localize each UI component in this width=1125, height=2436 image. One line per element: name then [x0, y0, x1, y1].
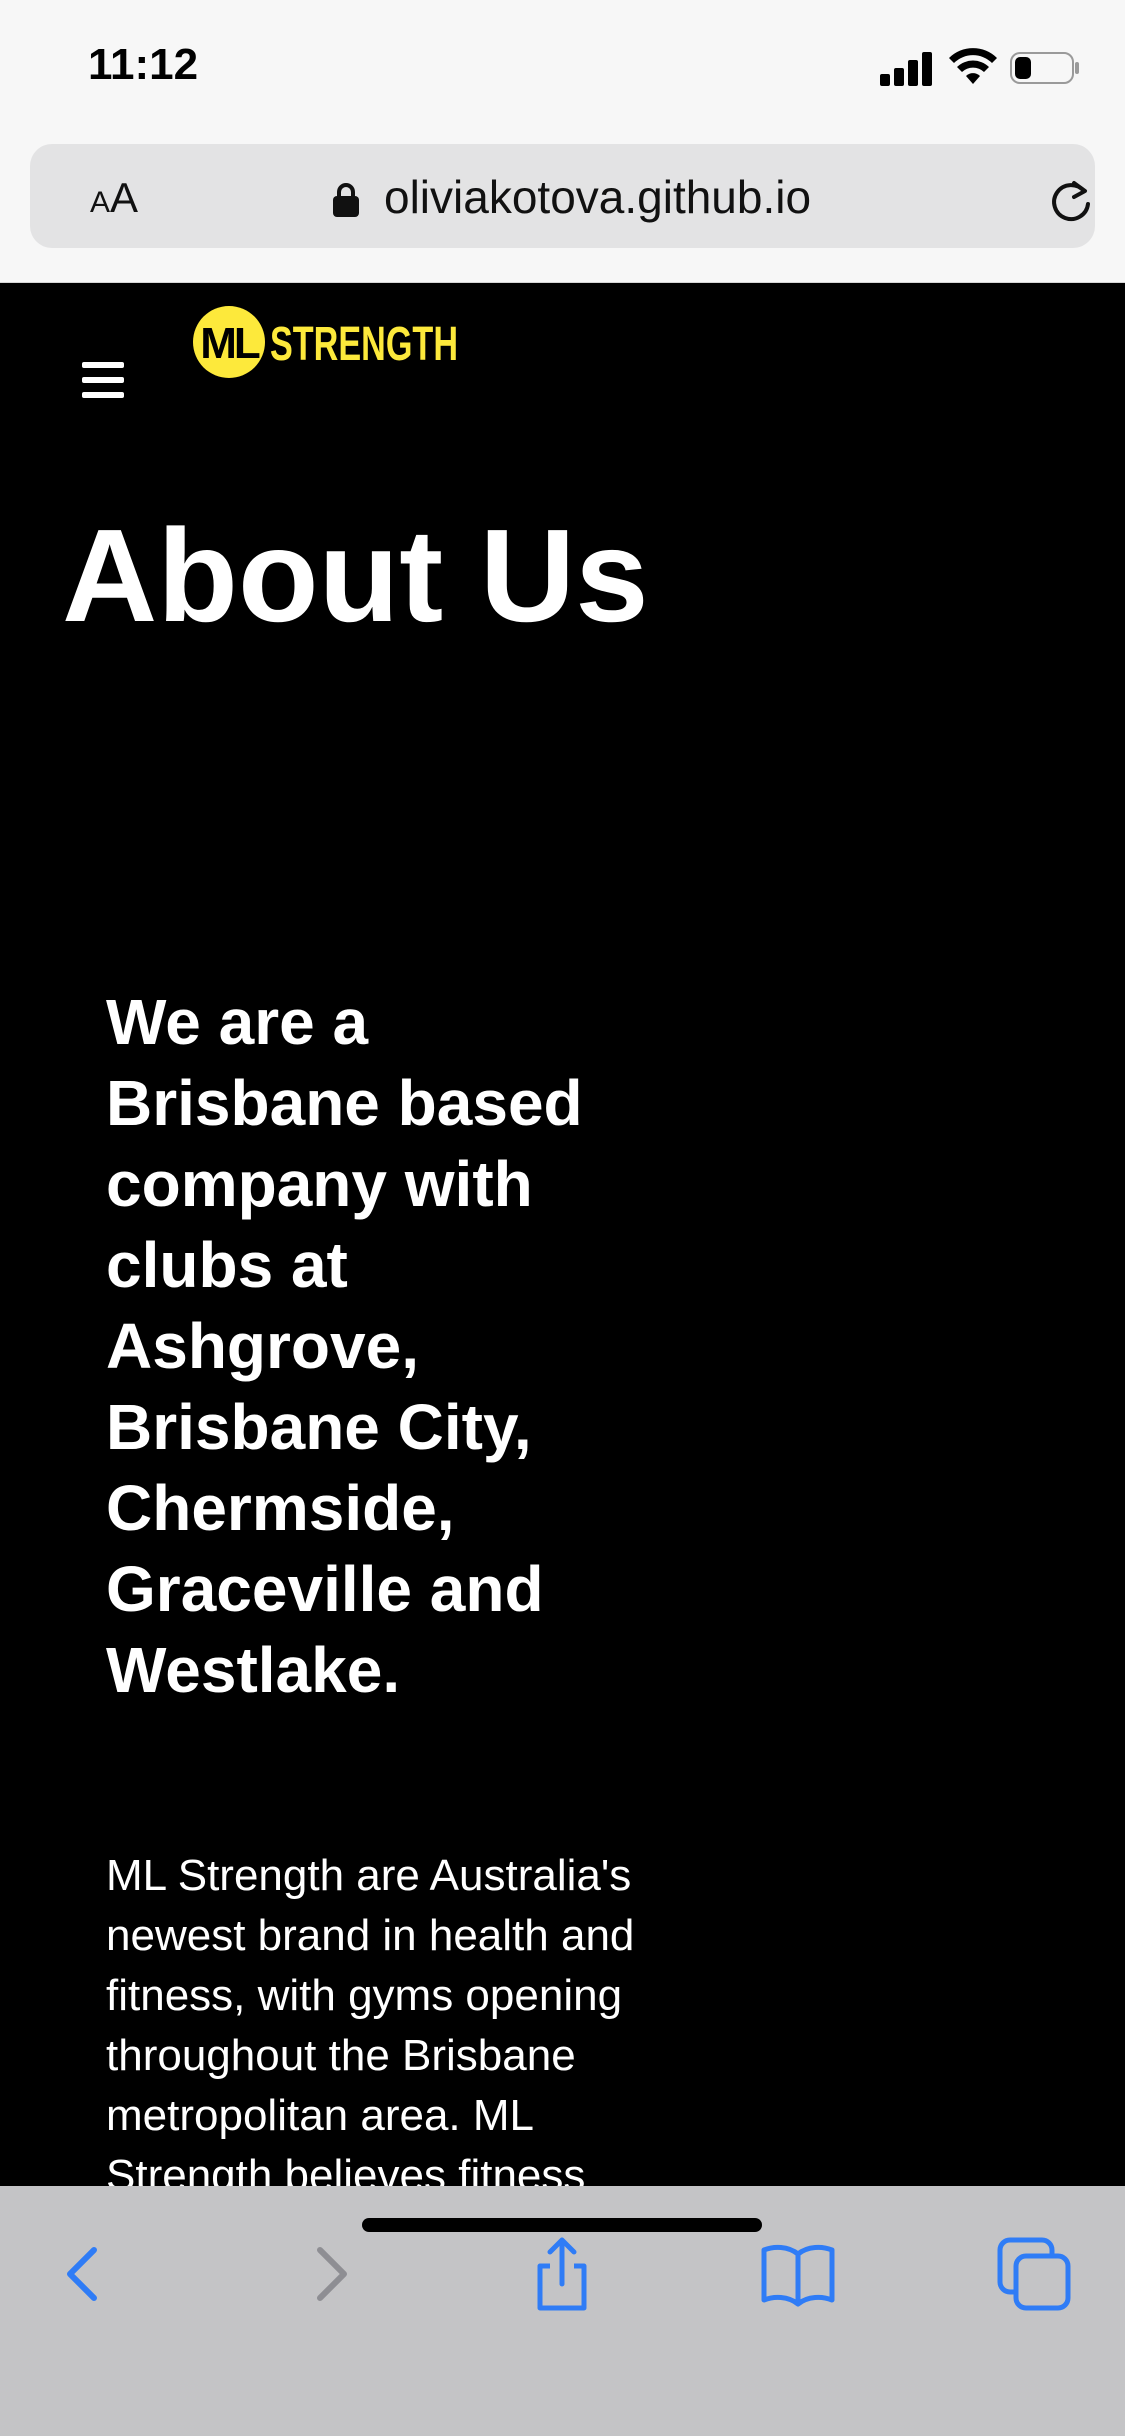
url-text[interactable]: oliviakotova.github.io — [384, 170, 811, 224]
browser-address-area: AA oliviakotova.github.io — [0, 140, 1125, 283]
status-bar: 11:12 — [0, 0, 1125, 140]
status-time: 11:12 — [88, 40, 199, 89]
site-header: ML STRENGTH — [0, 282, 1125, 472]
ml-strength-logo[interactable]: ML STRENGTH — [192, 304, 462, 384]
cellular-signal-icon — [880, 50, 934, 86]
hamburger-menu-icon[interactable] — [82, 362, 124, 398]
logo-wordmark: STRENGTH — [270, 318, 458, 371]
text-size-big-label: A — [110, 174, 139, 221]
tabs-icon[interactable] — [994, 2234, 1074, 2314]
address-bar[interactable]: AA oliviakotova.github.io — [30, 144, 1095, 248]
home-indicator[interactable] — [362, 2218, 762, 2232]
bookmarks-icon[interactable] — [758, 2234, 838, 2314]
share-icon[interactable] — [522, 2234, 602, 2314]
about-headline: We are a Brisbane based company with clu… — [106, 986, 583, 1706]
forward-icon[interactable] — [288, 2234, 368, 2314]
reload-icon[interactable] — [1046, 177, 1096, 227]
text-size-small-label: A — [90, 186, 111, 219]
lock-icon — [333, 183, 359, 217]
back-icon[interactable] — [46, 2234, 126, 2314]
text-size-button[interactable]: AA — [90, 174, 138, 222]
logo-monogram: ML — [200, 319, 260, 368]
about-body-text: ML Strength are Australia's newest brand… — [106, 1851, 635, 2200]
wifi-icon — [949, 48, 997, 84]
page-title: About Us — [62, 502, 649, 649]
battery-icon — [1010, 52, 1079, 84]
